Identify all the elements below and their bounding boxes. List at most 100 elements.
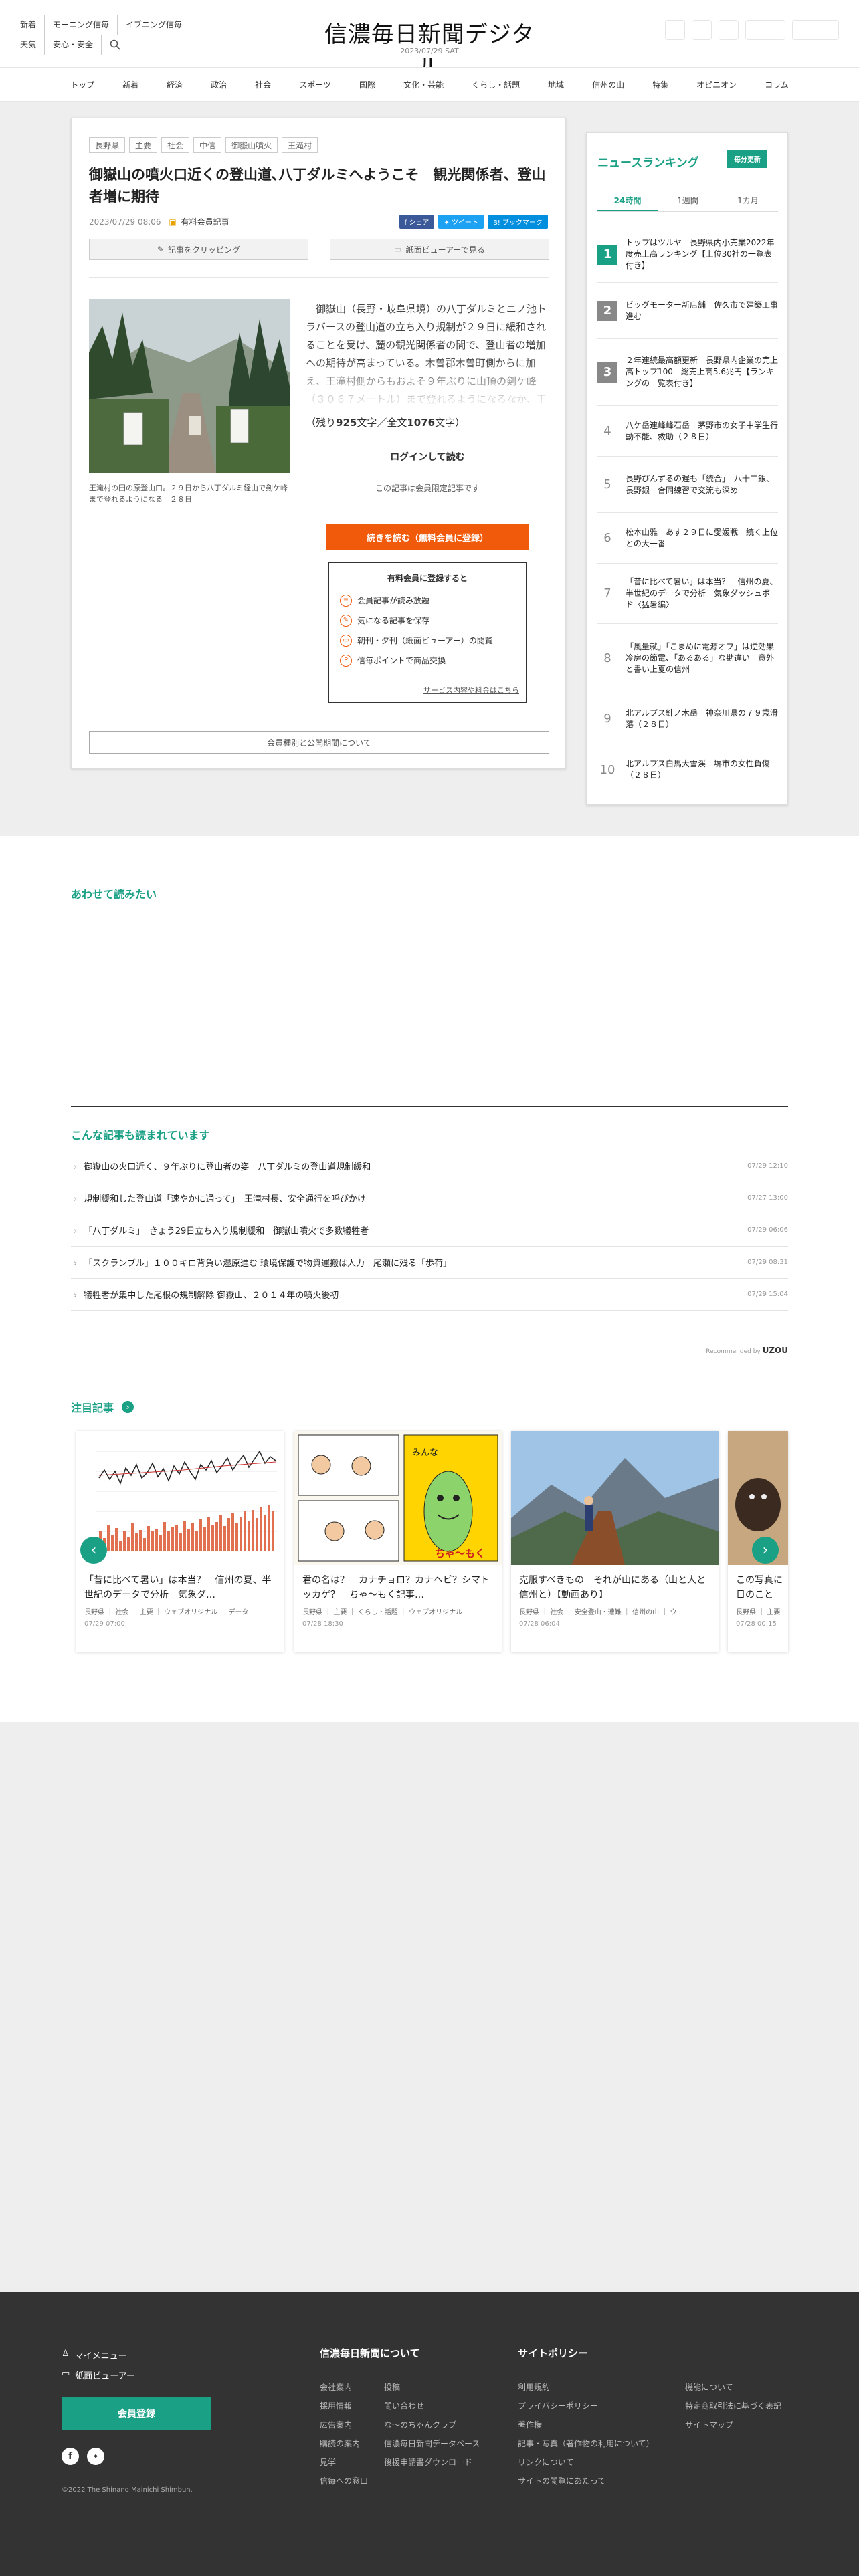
membership-terms-button[interactable]: 会員種別と公開期間について <box>89 731 549 754</box>
footer-link[interactable]: リンクについて <box>518 2453 654 2472</box>
carousel-next-button[interactable]: › <box>752 1537 779 1564</box>
footer-link[interactable]: 著作権 <box>518 2416 654 2434</box>
hatena-bookmark-button[interactable]: B! ブックマーク <box>487 215 548 229</box>
ranking-item[interactable]: 1 トップはツルヤ 長野県内小売業2022年度売上高ランキング【上位30社の一覧表… <box>597 227 778 283</box>
viewer-button[interactable]: ▭ 紙面ビューアーで見る <box>330 239 549 260</box>
read-more-register-button[interactable]: 続きを読む（無料会員に登録） <box>326 524 529 550</box>
featured-card[interactable]: 克服すべきもの それが山にある（山と人と信州と）【動画あり】 長野県 ｜ 社会 … <box>511 1431 719 1652</box>
footer-link[interactable]: 信濃毎日新聞データベース <box>384 2434 480 2453</box>
rank-number: 2 <box>597 300 617 321</box>
footer-link[interactable]: 見学 <box>320 2453 368 2472</box>
ranking-item[interactable]: 5 長野びんずるの遅も「統合」 八十二銀、長野銀 合同練習で交流も深め <box>597 457 778 513</box>
popular-item[interactable]: 御嶽山の火口近く、９年ぶりに登山者の姿 八丁ダルミの登山道規制緩和 07/29 1… <box>71 1150 788 1182</box>
viewer-link[interactable]: ▭ 紙面ビューアー <box>62 2369 135 2381</box>
nav-item[interactable]: 経済 <box>153 79 197 90</box>
nav-item[interactable]: スポーツ <box>285 79 345 90</box>
tab-1month[interactable]: 1カ月 <box>718 191 778 211</box>
search-icon[interactable] <box>101 35 128 55</box>
facebook-icon[interactable]: f <box>62 2448 79 2465</box>
popular-item[interactable]: 規制緩和した登山道「速やかに通って」 王滝村長、安全通行を呼びかけ 07/27 1… <box>71 1182 788 1214</box>
footer-link[interactable]: 記事・写真（著作物の利用について） <box>518 2434 654 2453</box>
total-count: 1076 <box>407 417 436 429</box>
nav-item[interactable]: 地域 <box>534 79 578 90</box>
ranking-item[interactable]: 4 八ケ岳連峰峰石岳 茅野市の女子中学生行動不能、救助（２８日） <box>597 406 778 457</box>
service-details-link[interactable]: サービス内容や料金はこちら <box>423 685 519 695</box>
nav-item[interactable]: 文化・芸能 <box>389 79 458 90</box>
carousel-prev-button[interactable]: ‹ <box>80 1537 107 1564</box>
arrow-right-icon[interactable]: › <box>122 1401 134 1413</box>
ranking-item-title: ビッグモーター新店舗 佐久市で建築工事進む <box>626 300 779 321</box>
ranking-item[interactable]: 9 北アルプス針ノ木岳 神奈川県の７９歳滑落（２８日） <box>597 693 778 744</box>
nav-item[interactable]: くらし・話題 <box>458 79 534 90</box>
nav-item[interactable]: オピニオン <box>682 79 751 90</box>
article-tag[interactable]: 中信 <box>193 137 222 153</box>
footer-link[interactable]: 採用情報 <box>320 2397 368 2416</box>
header-link-evening[interactable]: イブニング信毎 <box>117 15 190 35</box>
footer-link[interactable]: 信毎への窓口 <box>320 2472 368 2490</box>
article-photo[interactable] <box>89 299 290 473</box>
footer-link[interactable]: 投稿 <box>384 2378 480 2397</box>
nav-item[interactable]: 特集 <box>638 79 682 90</box>
footer-link[interactable]: サイトマップ <box>685 2416 781 2434</box>
popular-item-date: 07/29 08:31 <box>747 1259 788 1266</box>
my-menu-link[interactable]: ♙ マイメニュー <box>62 2349 127 2361</box>
nav-item[interactable]: 信州の山 <box>578 79 638 90</box>
featured-card[interactable]: 「昔に比べて暑い」は本当？ 信州の夏、半世紀のデータで分析 気象ダ… 長野県 ｜… <box>76 1431 284 1652</box>
nav-item[interactable]: 政治 <box>197 79 241 90</box>
footer-link[interactable]: 利用規約 <box>518 2378 654 2397</box>
nav-item[interactable]: 新着 <box>108 79 153 90</box>
article-tag[interactable]: 長野県 <box>89 137 126 153</box>
book-icon: ▭ <box>62 2369 70 2379</box>
header-link-latest[interactable]: 新着 <box>20 15 44 35</box>
footer-link[interactable]: 後援申請書ダウンロード <box>384 2453 480 2472</box>
ranking-item[interactable]: 6 松本山雅 あす２９日に愛媛戦 続く上位との大一番 <box>597 513 778 564</box>
facebook-share-button[interactable]: f シェア <box>399 215 435 229</box>
rank-number: 5 <box>603 477 611 492</box>
ranking-item[interactable]: 3 ２年連続最高額更新 長野県内企業の売上高トップ100 総売上高5.6兆円【ラン… <box>597 339 778 406</box>
footer-link[interactable]: 機能について <box>685 2378 781 2397</box>
featured-card[interactable]: みんな ちゃ〜もく 君の名は？ カナチョロ？カナヘビ？シマトッカゲ？ ちゃ〜もく… <box>294 1431 502 1652</box>
footer-link[interactable]: な〜のちゃんクラブ <box>384 2416 480 2434</box>
ranking-item[interactable]: 7 「昔に比べて暑い」は本当？ 信州の夏、半世紀のデータで分析 気象ダッシュボード… <box>597 564 778 624</box>
nav-item[interactable]: 社会 <box>241 79 285 90</box>
footer-link[interactable]: 特定商取引法に基づく表記 <box>685 2397 781 2416</box>
popular-item-title: 「八丁ダルミ」 きょう29日立ち入り規制緩和 御嶽山噴火で多数犠牲者 <box>71 1224 369 1237</box>
twitter-icon[interactable]: ✦ <box>87 2448 104 2465</box>
article-tag[interactable]: 主要 <box>129 137 158 153</box>
article-tag[interactable]: 御嶽山噴火 <box>225 137 278 153</box>
ranking-item[interactable]: 10 北アルプス白馬大雪渓 堺市の女性負傷（２８日） <box>597 744 778 795</box>
tab-24h[interactable]: 24時間 <box>597 191 658 211</box>
nav-item[interactable]: 国際 <box>345 79 389 90</box>
ranking-item-title: ２年連続最高額更新 長野県内企業の売上高トップ100 総売上高5.6兆円【ランキ… <box>626 356 779 388</box>
nav-item[interactable]: コラム <box>751 79 803 90</box>
user-icon[interactable] <box>665 20 685 40</box>
clip-article-button[interactable]: ✎ 記事をクリッピング <box>89 239 308 260</box>
footer-register-button[interactable]: 会員登録 <box>62 2397 211 2430</box>
ranking-item[interactable]: 2 ビッグモーター新店舗 佐久市で建築工事進む <box>597 283 778 339</box>
nav-item[interactable]: トップ <box>56 79 108 90</box>
register-button[interactable] <box>792 20 839 40</box>
login-button[interactable] <box>745 20 785 40</box>
bookmark-icon[interactable] <box>719 20 739 40</box>
footer-link[interactable]: 会社案内 <box>320 2378 368 2397</box>
header-link-safety[interactable]: 安心・安全 <box>44 35 101 55</box>
popular-item[interactable]: 犠牲者が集中した尾根の規制解除 御嶽山、２０１４年の噴火後初 07/29 15:0… <box>71 1279 788 1311</box>
header-link-weather[interactable]: 天気 <box>20 35 44 55</box>
tab-1week[interactable]: 1週間 <box>658 191 718 211</box>
header-link-morning[interactable]: モーニング信毎 <box>44 15 117 35</box>
footer-link[interactable]: プライバシーポリシー <box>518 2397 654 2416</box>
divider <box>89 277 549 278</box>
footer-link[interactable]: 購読の案内 <box>320 2434 368 2453</box>
popular-item[interactable]: 「スクランブル」１００キロ背負い湿原進む 環境保護で物資運搬は人力 尾瀬に残る「… <box>71 1247 788 1279</box>
menu-icon[interactable] <box>692 20 712 40</box>
article-tag[interactable]: 王滝村 <box>282 137 318 153</box>
popular-item[interactable]: 「八丁ダルミ」 きょう29日立ち入り規制緩和 御嶽山噴火で多数犠牲者 07/29 … <box>71 1214 788 1247</box>
twitter-share-button[interactable]: ✦ ツイート <box>438 215 484 229</box>
footer-link[interactable]: サイトの閲覧にあたって <box>518 2472 654 2490</box>
login-to-read-link[interactable]: ログインして読む <box>306 450 549 463</box>
article-tag[interactable]: 社会 <box>161 137 190 153</box>
footer-link[interactable]: 広告案内 <box>320 2416 368 2434</box>
footer-link[interactable]: 問い合わせ <box>384 2397 480 2416</box>
ranking-item[interactable]: 8 「風量就」「こまめに電源オフ」は逆効果 冷房の節電、「あるある」な勘違い 意外… <box>597 624 782 693</box>
featured-title: 注目記事 <box>71 1402 114 1414</box>
